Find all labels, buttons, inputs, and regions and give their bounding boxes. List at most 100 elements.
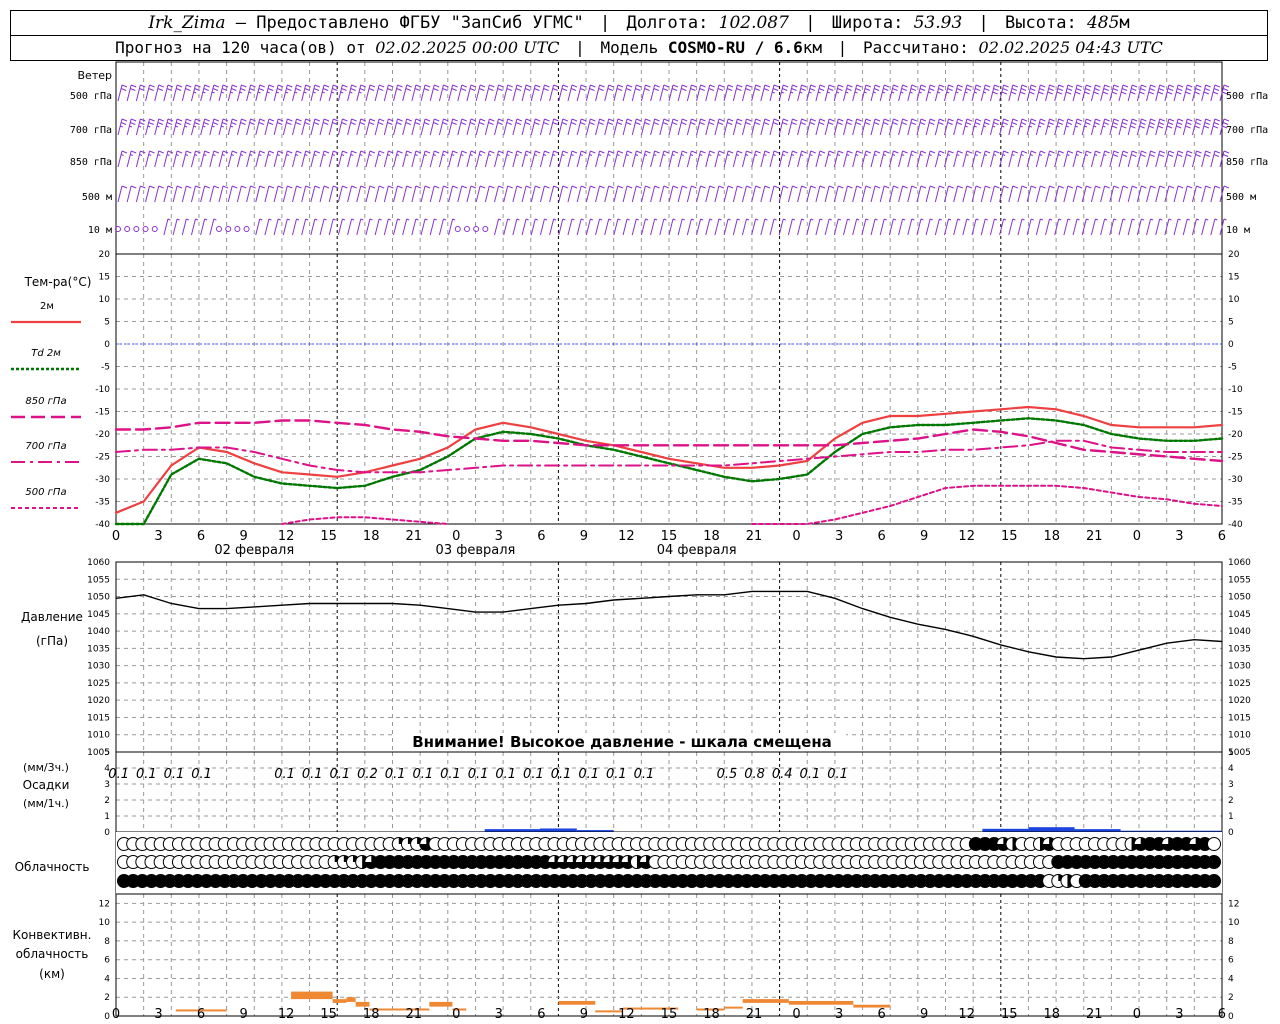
- wind-barb-staff: [879, 218, 885, 236]
- wind-barb-flag: [993, 122, 999, 125]
- wind-barb-half: [965, 154, 969, 156]
- wind-barb-flag: [515, 88, 522, 91]
- wind-barb: [291, 118, 302, 136]
- wind-barb-flag: [1212, 91, 1219, 95]
- wind-barb: [668, 218, 676, 236]
- wind-barb: [668, 150, 679, 168]
- wind-barb-flag: [186, 84, 192, 88]
- wind-barb-flag: [259, 185, 265, 189]
- wind-barb: [659, 84, 670, 102]
- wind-barb-flag: [893, 150, 899, 154]
- wind-barb-half: [230, 125, 234, 128]
- wind-barb: [622, 218, 630, 236]
- wind-barb-flag: [654, 84, 660, 88]
- wind-barb-half: [709, 218, 713, 221]
- wind-barb-flag: [865, 118, 872, 122]
- wind-barb-half: [810, 218, 814, 221]
- wind-barb-half: [434, 218, 437, 221]
- wind-barb: [1127, 150, 1138, 168]
- wind-barb-staff: [181, 84, 187, 102]
- wind-barb-staff: [255, 150, 261, 168]
- wind-barb: [494, 218, 502, 236]
- wind-barb-flag: [819, 118, 826, 122]
- wind-barb-staff: [650, 218, 656, 236]
- wind-barb-half: [772, 154, 776, 156]
- wind-barb-staff: [521, 84, 527, 102]
- wind-barb-staff: [576, 84, 582, 102]
- wind-barb: [1136, 218, 1145, 236]
- wind-barb-staff: [337, 150, 343, 168]
- wind-barb: [282, 218, 290, 236]
- temp-ytick-right: 0: [1228, 340, 1234, 350]
- wind-barb-staff: [613, 118, 619, 136]
- wind-barb: [898, 185, 908, 203]
- pres-ytick-right: 1030: [1228, 662, 1251, 672]
- wind-barb: [475, 84, 486, 102]
- wind-barb: [833, 185, 844, 203]
- wind-barb-staff: [567, 218, 573, 236]
- pres-ytick-right: 1050: [1228, 593, 1251, 603]
- wind-barb: [503, 150, 513, 168]
- wind-barb-flag: [489, 84, 495, 88]
- wind-barb-flag: [681, 150, 688, 154]
- wind-barb-staff: [319, 218, 325, 236]
- wind-barb-staff: [347, 118, 353, 136]
- wind-barb-flag: [1168, 84, 1175, 88]
- wind-barb-staff: [650, 150, 656, 168]
- wind-barb: [549, 218, 557, 236]
- wind-barb-staff: [760, 84, 766, 102]
- wind-barb-flag: [516, 118, 523, 122]
- wind-barb: [402, 84, 412, 102]
- temp-ytick-left: 15: [99, 273, 110, 283]
- wind-barb: [879, 150, 890, 168]
- wind-barb: [163, 218, 171, 236]
- wind-barb-flag: [350, 122, 356, 125]
- temp-ytick-right: -10: [1228, 385, 1243, 395]
- wind-barb-staff: [475, 84, 481, 102]
- wind-barb: [337, 218, 346, 236]
- wind-barb-half: [891, 91, 895, 94]
- wind-barb: [962, 218, 970, 236]
- wind-barb-staff: [815, 185, 821, 203]
- wind-barb-flag: [994, 118, 1000, 122]
- wind-barb-flag: [772, 88, 779, 91]
- wind-barb-flag: [452, 150, 458, 154]
- wind-barb-staff: [686, 150, 692, 168]
- wind-barb: [402, 150, 412, 168]
- wind-barb-staff: [383, 118, 389, 136]
- wind-barb-half: [268, 218, 272, 221]
- wind-barb: [640, 150, 651, 168]
- conv-segment: [332, 999, 347, 1003]
- wind-barb-flag: [497, 122, 503, 125]
- wind-barb-flag: [1103, 88, 1109, 91]
- wind-barb-flag: [985, 150, 991, 154]
- wind-barb-half: [340, 91, 344, 94]
- wind-barb-half: [856, 218, 860, 221]
- wind-barb-staff: [512, 118, 518, 136]
- wind-barb: [1100, 84, 1110, 102]
- wind-barb-flag: [507, 150, 513, 154]
- wind-barb-flag: [1085, 122, 1091, 125]
- wind-barb-staff: [521, 150, 527, 168]
- wind-barb-staff: [420, 118, 426, 136]
- wind-barb: [539, 84, 550, 102]
- wind-barb-staff: [879, 150, 885, 168]
- wind-barb: [310, 84, 321, 102]
- precip-3h-value: 0.4: [772, 767, 793, 782]
- wind-barb-flag: [232, 185, 238, 189]
- wind-barb-flag: [700, 150, 706, 154]
- wind-barb-staff: [163, 218, 169, 236]
- conv-time-tick: 15: [320, 1007, 337, 1022]
- wind-barb: [815, 218, 823, 236]
- wind-barb-staff: [393, 150, 398, 168]
- wind-barb-flag: [258, 122, 265, 125]
- wind-barb: [1100, 185, 1110, 203]
- wind-barb: [337, 84, 348, 102]
- wind-barb-half: [248, 91, 252, 94]
- wind-barb: [953, 118, 963, 136]
- wind-barb-flag: [322, 122, 329, 125]
- wind-barb-half: [828, 154, 831, 156]
- wind-barb-flag: [489, 150, 495, 154]
- wind-barb: [741, 118, 752, 136]
- wind-barb-staff: [337, 118, 343, 136]
